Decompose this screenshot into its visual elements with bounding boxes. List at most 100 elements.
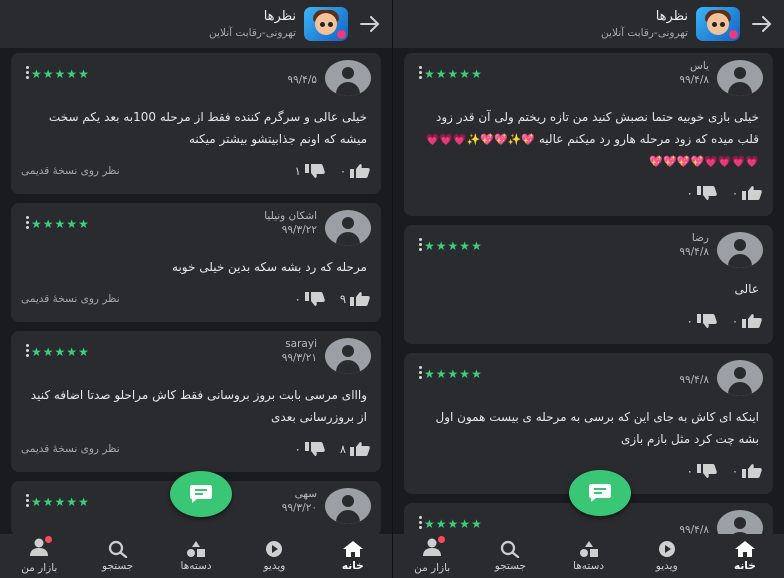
- review-card: یاس ۹۹/۴/۸ ★ ★ ★ ★ ★ خیلی بازی خوبیه حتما نص…: [404, 53, 773, 216]
- avatar: [717, 232, 763, 268]
- review-text: خیلی عالی و سرگرم کننده فقط از مرحله 100…: [48, 110, 367, 146]
- play-icon: [266, 541, 283, 557]
- bottom-navigation: خانه ویدیو دسته‌ها جستجو بازار من: [0, 534, 392, 578]
- nav-label: بازار من: [414, 562, 451, 574]
- page-title: نظرها: [263, 9, 296, 24]
- rating-stars: ★ ★ ★ ★ ★: [31, 67, 89, 81]
- more-options-icon[interactable]: [25, 494, 29, 507]
- nav-video[interactable]: ویدیو: [239, 540, 309, 572]
- review-date: ۹۹/۴/۸: [679, 374, 709, 386]
- notification-dot: [45, 536, 53, 543]
- like-count: ۰: [731, 314, 738, 328]
- review-user: یاس: [690, 60, 709, 72]
- review-user: [619, 360, 709, 374]
- like-count: ۸: [339, 442, 346, 456]
- more-options-icon[interactable]: [418, 516, 422, 529]
- comment-icon: [589, 484, 611, 502]
- app-icon[interactable]: [696, 7, 740, 41]
- home-icon: [342, 541, 363, 557]
- avatar: [325, 60, 371, 96]
- dislike-button[interactable]: ۰: [687, 313, 718, 329]
- app-icon[interactable]: [304, 7, 348, 41]
- back-button[interactable]: [348, 0, 392, 48]
- app-name: تهرونی-رقابت آنلاین: [601, 27, 688, 39]
- like-button[interactable]: ۹: [340, 291, 371, 307]
- review-date: ۹۹/۴/۸: [679, 246, 709, 258]
- nav-categories[interactable]: دسته‌ها: [161, 540, 231, 572]
- header-titles: نظرها تهرونی-رقابت آنلاین: [209, 9, 296, 39]
- like-count: ۹: [339, 292, 346, 306]
- dislike-button[interactable]: ۰: [687, 463, 718, 479]
- dislike-button[interactable]: ۱: [295, 163, 326, 179]
- nav-label: دسته‌ها: [180, 560, 212, 572]
- categories-icon: [579, 541, 598, 557]
- nav-profile[interactable]: بازار من: [4, 536, 74, 574]
- review-user: [227, 60, 317, 74]
- thumbs-down-icon: [696, 464, 717, 478]
- dislike-button[interactable]: ۰: [295, 291, 326, 307]
- notification-dot: [438, 536, 446, 543]
- like-button[interactable]: ۸: [340, 441, 371, 457]
- reviews-screen-right: نظرها تهرونی-رقابت آنلاین یاس ۹۹/۴/۸ ★ ★ ★…: [392, 0, 784, 578]
- app-header: نظرها تهرونی-رقابت آنلاین: [393, 0, 784, 48]
- more-options-icon[interactable]: [418, 66, 422, 79]
- nav-label: دسته‌ها: [573, 560, 605, 572]
- nav-home[interactable]: خانه: [318, 540, 388, 572]
- nav-home[interactable]: خانه: [710, 540, 780, 572]
- nav-profile[interactable]: بازار من: [397, 536, 467, 574]
- avatar: [717, 360, 763, 396]
- reviews-list[interactable]: یاس ۹۹/۴/۸ ★ ★ ★ ★ ★ خیلی بازی خوبیه حتما نص…: [393, 48, 784, 534]
- comment-icon: [190, 485, 212, 503]
- avatar: [325, 210, 371, 246]
- like-button[interactable]: ۰: [732, 313, 763, 329]
- reviews-list[interactable]: ۹۹/۴/۵ ★ ★ ★ ★ ★ خیلی عالی و سرگرم کننده فقط…: [0, 48, 392, 534]
- review-user: [619, 510, 709, 524]
- like-button[interactable]: ۰: [340, 163, 371, 179]
- nav-search[interactable]: جستجو: [83, 540, 153, 572]
- thumbs-down-icon: [696, 314, 717, 328]
- header-titles: نظرها تهرونی-رقابت آنلاین: [601, 9, 688, 39]
- page-title: نظرها: [655, 9, 688, 24]
- back-button[interactable]: [740, 0, 784, 48]
- dislike-button[interactable]: ۰: [687, 185, 718, 201]
- review-text: وااای مرسی بابت بروز بروسانی فقط کاش مرا…: [30, 388, 367, 424]
- dislike-count: ۰: [294, 442, 301, 456]
- review-card: اشکان ونیلیا ۹۹/۳/۲۲ ★ ★ ★ ★ ★ مرحله که رد ب…: [11, 203, 381, 322]
- nav-video[interactable]: ویدیو: [632, 540, 702, 572]
- review-card: رضا ۹۹/۴/۸ ★ ★ ★ ★ ★ عالی ۰ ۰: [404, 225, 773, 344]
- more-options-icon[interactable]: [25, 66, 29, 79]
- dislike-button[interactable]: ۰: [295, 441, 326, 457]
- avatar: [717, 60, 763, 96]
- review-date: ۹۹/۳/۲۲: [281, 224, 317, 236]
- home-icon: [734, 541, 755, 557]
- avatar: [717, 510, 763, 534]
- write-review-button[interactable]: [170, 471, 232, 517]
- nav-label: بازار من: [21, 562, 58, 574]
- review-card: sarayi ۹۹/۳/۲۱ ★ ★ ★ ★ ★ وااای مرسی بابت برو…: [11, 331, 381, 472]
- more-options-icon[interactable]: [418, 366, 422, 379]
- old-version-note: نظر روی نسخهٔ قدیمی: [21, 443, 120, 455]
- review-date: ۹۹/۴/۵: [287, 74, 317, 86]
- arrow-right-icon: [752, 16, 771, 32]
- rating-stars: ★ ★ ★ ★ ★: [31, 217, 89, 231]
- rating-stars: ★ ★ ★ ★ ★: [424, 239, 482, 253]
- more-options-icon[interactable]: [25, 216, 29, 229]
- arrow-right-icon: [360, 16, 379, 32]
- review-date: ۹۹/۳/۲۱: [281, 352, 317, 364]
- review-text: مرحله که رد بشه سکه بدین خیلی خوبه: [172, 260, 367, 274]
- dislike-count: ۰: [686, 186, 693, 200]
- avatar: [325, 338, 371, 374]
- nav-categories[interactable]: دسته‌ها: [554, 540, 624, 572]
- thumbs-down-icon: [304, 442, 325, 456]
- like-button[interactable]: ۰: [732, 185, 763, 201]
- more-options-icon[interactable]: [418, 238, 422, 251]
- write-review-button[interactable]: [569, 470, 631, 516]
- more-options-icon[interactable]: [25, 344, 29, 357]
- nav-search[interactable]: جستجو: [475, 540, 545, 572]
- rating-stars: ★ ★ ★ ★ ★: [424, 367, 482, 381]
- dislike-count: ۰: [294, 292, 301, 306]
- review-text: عالی: [734, 282, 759, 296]
- review-user: رضا: [691, 232, 709, 244]
- review-text: خیلی بازی خوبیه حتما نصبش کنید من تازه ر…: [414, 100, 763, 174]
- like-button[interactable]: ۰: [732, 463, 763, 479]
